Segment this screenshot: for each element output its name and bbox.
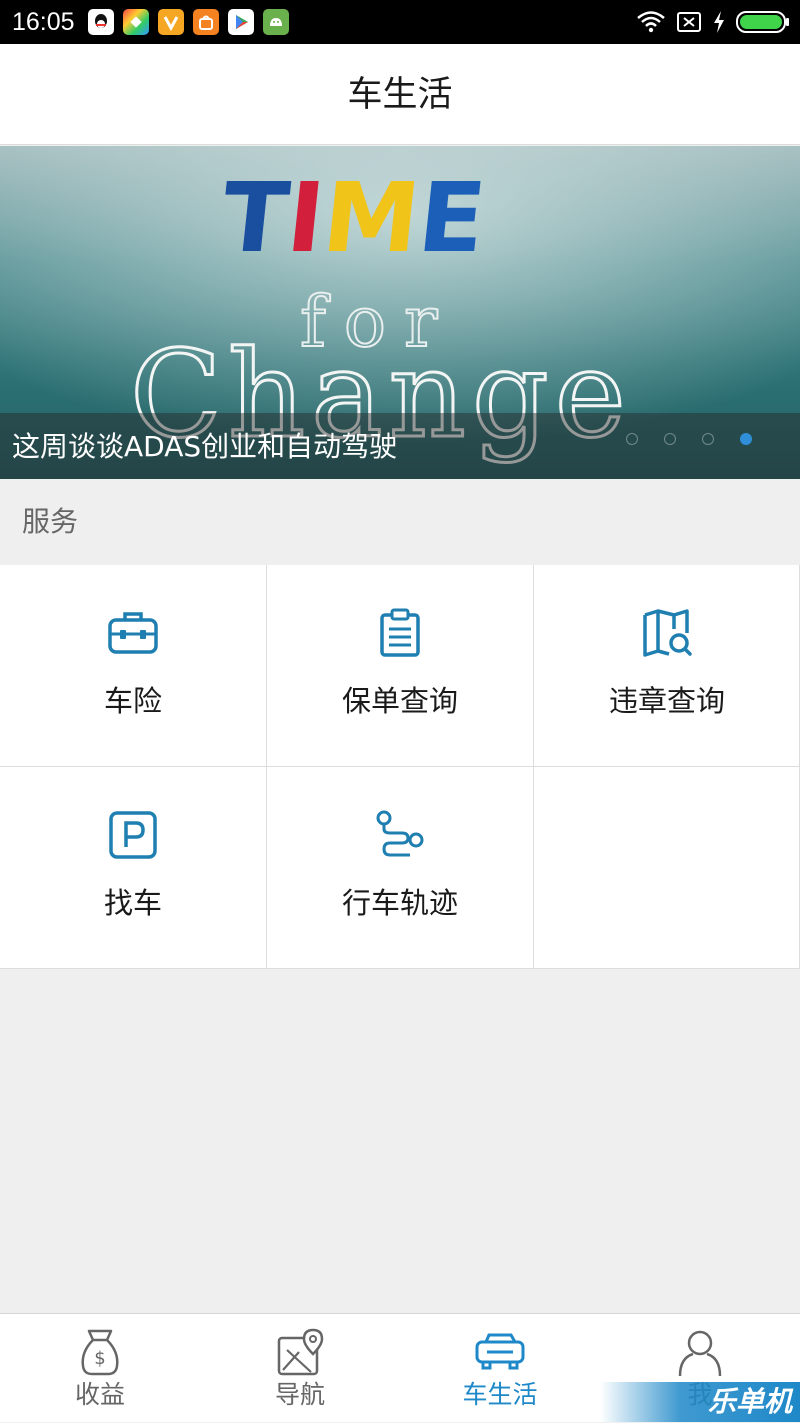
bottom-navigation: $ 收益 导航 车生活 我 乐单机	[0, 1313, 800, 1422]
section-title: 服务	[22, 505, 79, 538]
page-title: 车生活	[347, 75, 453, 115]
money-bag-icon: $	[81, 1329, 119, 1376]
service-label: 行车轨迹	[341, 886, 458, 920]
service-driving-track[interactable]: 行车轨迹	[267, 767, 533, 968]
banner-carousel[interactable]: TIME for Change 这周谈谈ADAS创业和自动驾驶	[0, 146, 800, 479]
notification-icons	[88, 9, 298, 35]
nav-label: 车生活	[462, 1380, 538, 1409]
v-app-icon	[158, 9, 184, 35]
service-violation-query[interactable]: 违章查询	[534, 565, 800, 766]
car-icon	[475, 1333, 525, 1370]
title-bar: 车生活	[0, 44, 800, 145]
service-label: 车险	[103, 684, 162, 718]
status-time: 16:05	[12, 8, 75, 36]
svg-text:$: $	[94, 1348, 105, 1369]
nav-label: 收益	[74, 1380, 125, 1409]
service-find-car[interactable]: 找车	[0, 767, 266, 968]
charging-icon	[714, 11, 724, 33]
watermark-text: 乐单机	[707, 1385, 792, 1418]
battery-icon	[736, 11, 789, 33]
person-icon	[678, 1330, 722, 1377]
wifi-icon	[637, 11, 665, 33]
service-empty-slot	[534, 767, 800, 968]
parking-icon	[109, 811, 157, 859]
service-label: 违章查询	[608, 684, 725, 718]
carousel-indicator	[600, 433, 752, 445]
colorful-app-icon	[123, 9, 149, 35]
carousel-dot[interactable]	[664, 433, 676, 445]
nav-tab-earnings[interactable]: $ 收益	[0, 1314, 200, 1423]
carousel-dot[interactable]	[626, 433, 638, 445]
nav-label: 导航	[274, 1380, 325, 1409]
route-icon	[376, 810, 424, 857]
nav-tab-car-life[interactable]: 车生活	[400, 1314, 600, 1423]
carousel-dot[interactable]	[702, 433, 714, 445]
toolbox-icon	[108, 612, 158, 654]
qq-icon	[88, 9, 114, 35]
status-bar: 16:05	[0, 0, 800, 44]
system-status	[626, 9, 790, 35]
carousel-dot-active[interactable]	[740, 433, 752, 445]
shopping-app-icon	[193, 9, 219, 35]
android-app-icon	[263, 9, 289, 35]
service-label: 保单查询	[341, 684, 458, 718]
nav-tab-navigation[interactable]: 导航	[200, 1314, 400, 1423]
sim-off-icon	[677, 12, 701, 32]
services-grid: 车险 保单查询 违章查询 找车 行车轨迹	[0, 565, 800, 969]
play-store-icon	[228, 9, 254, 35]
banner-caption: 这周谈谈ADAS创业和自动驾驶	[12, 430, 398, 463]
watermark: 乐单机	[600, 1382, 800, 1422]
service-policy-query[interactable]: 保单查询	[267, 565, 533, 766]
banner-letter-t: TIME	[217, 162, 491, 274]
map-pin-icon	[277, 1328, 324, 1376]
clipboard-list-icon	[380, 608, 420, 657]
service-label: 找车	[103, 886, 162, 920]
services-section-header: 服务	[0, 479, 800, 565]
service-car-insurance[interactable]: 车险	[0, 565, 266, 766]
map-search-icon	[643, 609, 692, 657]
